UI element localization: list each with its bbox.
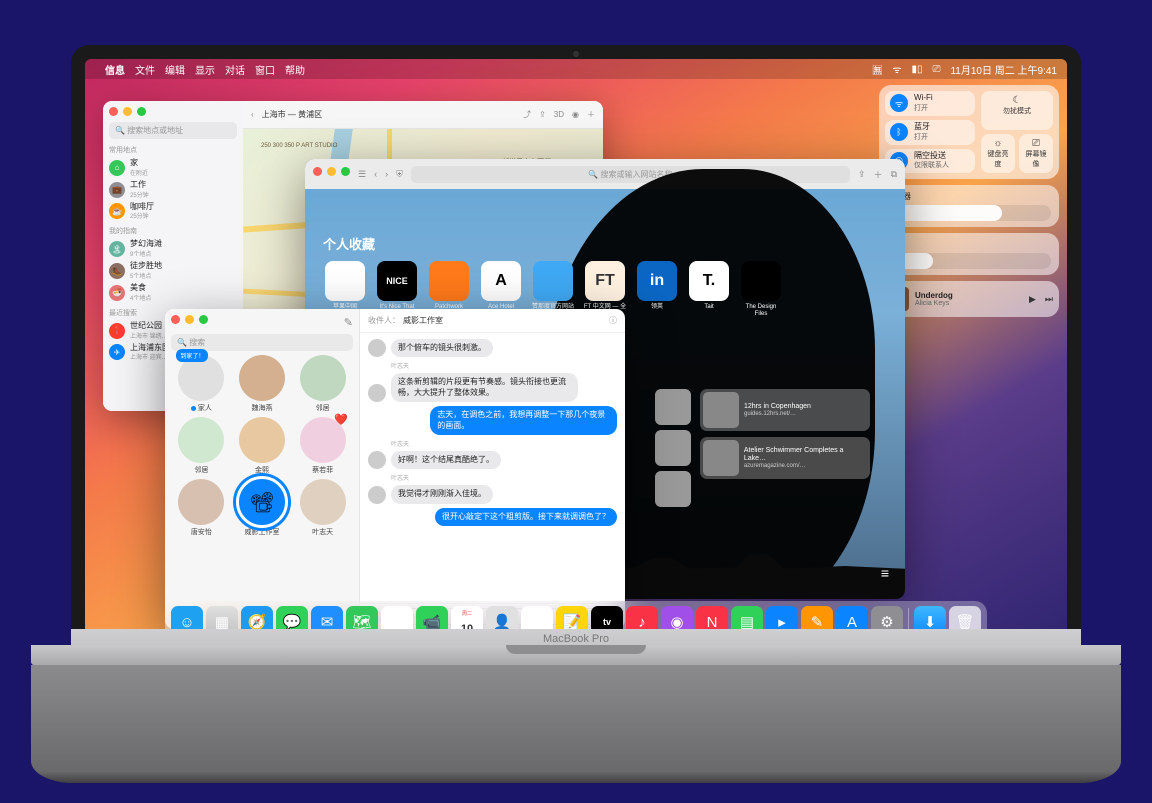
maps-sidebar-item[interactable]: 🍜美食4个地点: [109, 282, 237, 304]
control-center-icon[interactable]: ⎚: [932, 64, 940, 75]
mirror-icon: ⎚: [1023, 138, 1049, 149]
shield-icon[interactable]: ⛨: [396, 169, 403, 180]
maps-sidebar-item[interactable]: 🏝梦幻海滩9个地点: [109, 238, 237, 260]
cc-sound-slider[interactable]: 声音 🔊: [879, 233, 1059, 275]
menubar: 信息 文件 编辑 显示 对话 窗口 帮助 🈚︎ ᯤ ▮▯ ⎚ 11月10日 周二…: [85, 59, 1067, 79]
language-icon[interactable]: 🈚︎: [872, 62, 882, 77]
battery-icon[interactable]: ▮▯: [911, 64, 922, 75]
route-icon[interactable]: ⤴: [523, 109, 531, 120]
reading-thumb[interactable]: [655, 389, 691, 425]
bluetooth-icon: ᛒ: [890, 123, 908, 141]
maps-sidebar-item[interactable]: 🥾徒步胜地5个地点: [109, 260, 237, 282]
maps-sidebar-item[interactable]: 💼工作25分钟: [109, 179, 237, 201]
menu-window[interactable]: 窗口: [255, 62, 275, 77]
traffic-lights[interactable]: [171, 315, 208, 324]
compose-icon[interactable]: ✎: [344, 316, 353, 329]
menu-help[interactable]: 帮助: [285, 62, 305, 77]
recipient-name: 威影工作室: [403, 315, 443, 326]
next-icon[interactable]: ⏭: [1045, 294, 1053, 305]
share-icon[interactable]: ⇪: [539, 110, 546, 119]
pinned-conversation[interactable]: 叶志天: [293, 479, 353, 537]
sidebar-icon[interactable]: ☰: [358, 169, 366, 180]
back-icon[interactable]: ‹: [251, 110, 254, 119]
cc-screen-mirroring[interactable]: ⎚ 屏幕镜像: [1019, 134, 1053, 173]
wifi-icon[interactable]: ᯤ: [892, 62, 901, 76]
maps-location-title: 上海市 — 黄浦区: [262, 109, 515, 120]
moon-icon: ☾: [985, 95, 1049, 106]
3d-icon[interactable]: 3D: [554, 110, 564, 119]
messages-sidebar: ✎ 🔍 搜索 到家了！家人魏海燕邻居邻居金熙❤️蔡若菲唐安怡📽威影工作室叶志天: [165, 309, 360, 629]
conversation-body[interactable]: 那个俯车的镜头很刺激。叶志天这条新剪辑的片段更有节奏感。镜头衔接也更流畅，大大提…: [360, 333, 625, 603]
section-favorites: 常用地点: [109, 145, 237, 155]
add-icon[interactable]: ＋: [587, 109, 595, 120]
forward-icon[interactable]: ›: [385, 169, 388, 179]
favorites-heading: 个人收藏: [323, 234, 887, 253]
safari-toolbar: ☰ ‹ › ⛨ 🔍 搜索或输入网站名称 ⇪ ＋ ⧉: [305, 159, 905, 189]
control-center: ᯤ Wi-Fi打开 ᛒ 蓝牙打开 ◎ 隔空投送仅限联系人: [879, 85, 1059, 317]
favorite-site[interactable]: The Design Files: [739, 261, 783, 317]
locate-icon[interactable]: ◉: [572, 110, 579, 119]
pinned-conversation[interactable]: 到家了！家人: [171, 355, 231, 413]
section-guides: 我的指南: [109, 226, 237, 236]
traffic-lights[interactable]: [313, 167, 350, 176]
share-icon[interactable]: ⇪: [858, 169, 866, 180]
tabs-icon[interactable]: ⧉: [891, 169, 897, 180]
conversation-header: 收件人： 威影工作室 ⓘ: [360, 309, 625, 333]
maps-toolbar: ‹ 上海市 — 黄浦区 ⤴ ⇪ 3D ◉ ＋: [243, 101, 603, 129]
app-menu[interactable]: 信息: [105, 62, 125, 77]
back-icon[interactable]: ‹: [374, 169, 377, 179]
reading-list-item[interactable]: 12hrs in Copenhagenguides.12hrs.net/…: [700, 389, 870, 431]
message-bubble: 叶志天好啊！这个结尾真酷绝了。: [368, 439, 617, 469]
maps-sidebar-item[interactable]: ☕咖啡厅25分钟: [109, 201, 237, 223]
reading-list-item[interactable]: Atelier Schwimmer Completes a Lake…azure…: [700, 437, 870, 479]
message-bubble: 叶志天这条新剪辑的片段更有节奏感。镜头衔接也更流畅，大大提升了整体效果。: [368, 361, 617, 402]
favorite-site[interactable]: T.Tait: [687, 261, 731, 317]
cc-now-playing[interactable]: Underdog Alicia Keys ▶ ⏭: [879, 281, 1059, 317]
pinned-conversation[interactable]: 邻居: [293, 355, 353, 413]
cc-bluetooth-toggle[interactable]: ᛒ 蓝牙打开: [885, 120, 975, 145]
customize-icon[interactable]: ≡: [881, 565, 889, 581]
menu-file[interactable]: 文件: [135, 62, 155, 77]
pinned-conversation[interactable]: 金熙: [232, 417, 292, 475]
cc-dnd-toggle[interactable]: ☾ 勿扰模式: [981, 91, 1053, 130]
wifi-icon: ᯤ: [890, 94, 908, 112]
message-bubble: 那个俯车的镜头很刺激。: [368, 339, 617, 357]
pinned-conversation[interactable]: 唐安怡: [171, 479, 231, 537]
play-icon[interactable]: ▶: [1029, 294, 1036, 305]
pinned-conversation[interactable]: 📽威影工作室: [232, 479, 292, 537]
traffic-lights[interactable]: [109, 107, 237, 116]
message-bubble: 叶志天我觉得才刚刚渐入佳境。: [368, 473, 617, 503]
cc-display-slider[interactable]: 显示器 ☀: [879, 185, 1059, 227]
sun-icon: ☼: [985, 138, 1011, 149]
favorite-site[interactable]: in领英: [635, 261, 679, 317]
pinned-conversation[interactable]: 邻居: [171, 417, 231, 475]
maps-sidebar-item[interactable]: ⌂家在附近: [109, 157, 237, 179]
menu-view[interactable]: 显示: [195, 62, 215, 77]
cc-keyboard-brightness[interactable]: ☼ 键盘亮度: [981, 134, 1015, 173]
new-tab-icon[interactable]: ＋: [874, 168, 883, 181]
maps-search-input[interactable]: 🔍 搜索地点或地址: [109, 122, 237, 139]
message-bubble: 很开心敲定下这个粗剪版。接下来就调调色了？: [368, 508, 617, 526]
info-icon[interactable]: ⓘ: [609, 315, 617, 326]
menu-conversation[interactable]: 对话: [225, 62, 245, 77]
reading-thumb[interactable]: [655, 430, 691, 466]
menubar-clock[interactable]: 11月10日 周二 上午9:41: [950, 62, 1057, 77]
desktop: 信息 文件 编辑 显示 对话 窗口 帮助 🈚︎ ᯤ ▮▯ ⎚ 11月10日 周二…: [85, 59, 1067, 649]
messages-window: ✎ 🔍 搜索 到家了！家人魏海燕邻居邻居金熙❤️蔡若菲唐安怡📽威影工作室叶志天 …: [165, 309, 625, 629]
pinned-conversation[interactable]: 魏海燕: [232, 355, 292, 413]
menu-edit[interactable]: 编辑: [165, 62, 185, 77]
reading-thumb[interactable]: [655, 471, 691, 507]
message-bubble: 志天，在调色之前，我想再调整一下那几个夜景的画面。: [368, 406, 617, 435]
pinned-conversation[interactable]: ❤️蔡若菲: [293, 417, 353, 475]
cc-wifi-toggle[interactable]: ᯤ Wi-Fi打开: [885, 91, 975, 116]
